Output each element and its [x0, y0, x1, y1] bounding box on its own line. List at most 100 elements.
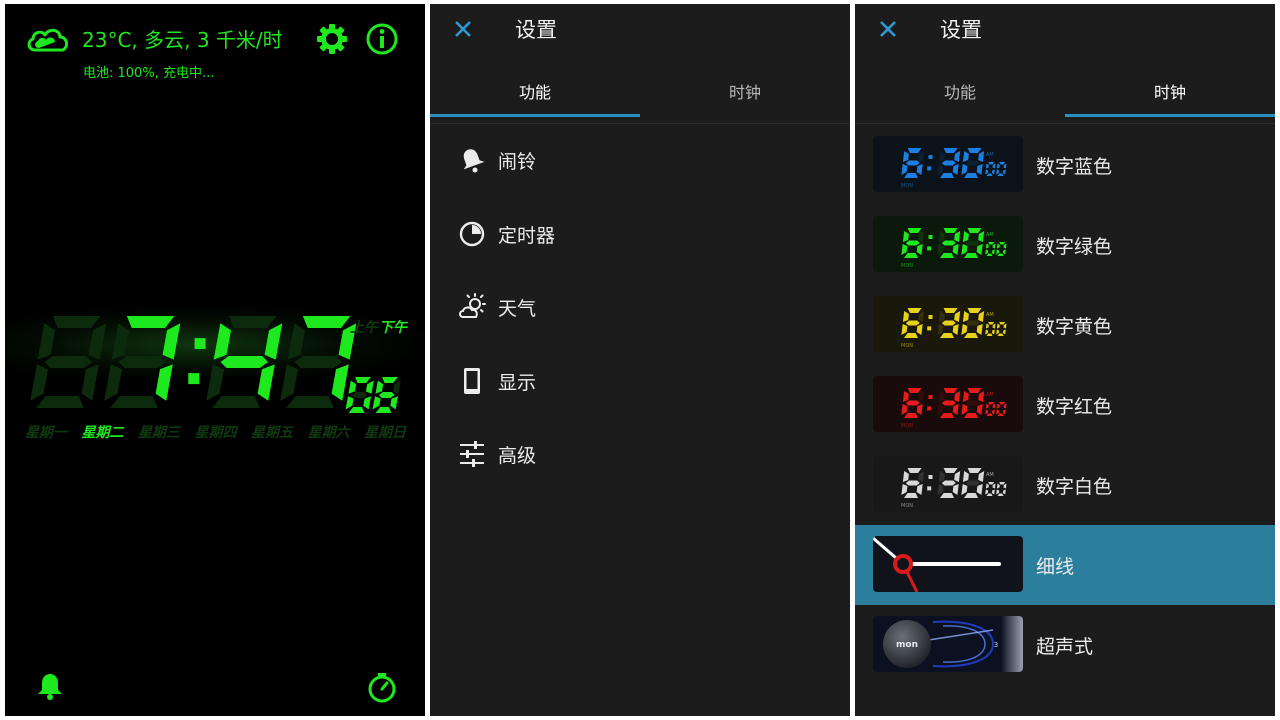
seconds-digit [378, 392, 395, 398]
seconds-digit [375, 380, 384, 394]
inactive-digit [351, 392, 368, 398]
clock-digit [264, 323, 283, 360]
inactive-digit [44, 356, 93, 368]
clock-face-item[interactable]: AM MON 数字白色 [855, 445, 1275, 525]
seconds-digit [375, 407, 392, 413]
clock-digit [126, 316, 175, 328]
weekday-label: 星期日 [364, 425, 407, 441]
inactive-digit [88, 323, 107, 360]
thumbnail-digits: AM MON [873, 136, 1023, 192]
seconds-digit [355, 377, 371, 383]
phone-icon [464, 368, 480, 394]
inactive-digit [206, 364, 224, 401]
active-tab-indicator [430, 114, 640, 117]
menu-item-alarm[interactable]: 闹铃 [430, 128, 850, 192]
digital-green-thumbnail: AM MON [873, 216, 1023, 272]
thumb-colon [927, 406, 932, 411]
weekday-row: 星期一 星期二 星期三 星期四 星期五 星期六 星期日 [25, 424, 407, 441]
inactive-digit [286, 396, 334, 408]
thumb-colon [927, 486, 932, 491]
inactive-digit [228, 316, 277, 328]
thumb-day: MON [901, 503, 913, 509]
thumb-day: MON [901, 343, 913, 349]
inactive-digit [52, 316, 101, 328]
clock-colon [194, 338, 206, 350]
thumb-colon [928, 235, 933, 239]
menu-label: 高级 [498, 444, 537, 467]
timer-icon[interactable] [365, 670, 399, 704]
thumb-colon [928, 395, 933, 399]
weekday-label: 星期三 [138, 425, 182, 441]
digital-blue-thumbnail: AM MON [873, 136, 1023, 192]
seconds-digit [372, 396, 381, 410]
digital-white-thumbnail: AM MON [873, 456, 1023, 512]
am-indicator: 上午 [350, 319, 380, 336]
cloud-icon [27, 28, 69, 52]
clock-face-label: 超声式 [1036, 636, 1094, 658]
menu-item-weather[interactable]: 天气 [430, 275, 850, 339]
clock-face-item-selected[interactable]: 细线 [855, 525, 1275, 605]
clock-screen: 23°C, 多云, 3 千米/时 电池: 100%, 充电中... 上午 下午 … [5, 4, 425, 716]
info-icon[interactable] [365, 22, 399, 56]
close-icon[interactable] [873, 14, 903, 44]
clock-face-item[interactable]: AM MON 数字蓝色 [855, 125, 1275, 205]
seconds-digit [348, 407, 365, 413]
clock-face-label: 细线 [1036, 556, 1075, 578]
clock-face-label: 数字红色 [1036, 396, 1113, 418]
inactive-digit [111, 323, 129, 360]
clock-digit [155, 364, 173, 401]
menu-label: 显示 [498, 371, 537, 394]
clock-digit [302, 316, 351, 328]
settings-title: 设置 [515, 18, 557, 42]
tab-function[interactable]: 功能 [855, 64, 1065, 118]
ultrasonic-day-label: mon [896, 640, 918, 650]
ultrasonic-thumbnail: mon 3 [873, 616, 1023, 672]
menu-label: 定时器 [498, 224, 556, 247]
gear-icon[interactable] [315, 22, 349, 56]
thin-line-thumbnail [873, 536, 1023, 592]
seconds-digit [345, 396, 354, 410]
thumb-colon [927, 246, 932, 251]
seconds-digit [363, 396, 371, 410]
close-icon[interactable] [448, 14, 478, 44]
menu-item-display[interactable]: 显示 [430, 349, 850, 413]
clock-digit [162, 323, 181, 360]
thumb-colon [927, 326, 932, 331]
settings-title: 设置 [940, 18, 982, 42]
sliders-icon [460, 441, 484, 467]
settings-tabs: 功能 时钟 [430, 64, 850, 124]
inactive-digit [280, 364, 298, 401]
thumbnail-digits: AM MON [873, 216, 1023, 272]
settings-header: 设置 [855, 4, 1275, 64]
weather-icon [459, 293, 486, 318]
inactive-digit [287, 323, 305, 360]
clock-face-label: 数字黄色 [1036, 316, 1113, 338]
clock-face-item[interactable]: AM MON 数字红色 [855, 365, 1275, 445]
clock-face-item[interactable]: mon 3 超声式 [855, 605, 1275, 685]
battery-status: 电池: 100%, 充电中... [83, 66, 215, 81]
inactive-digit [294, 356, 343, 368]
clock-digit [220, 356, 269, 368]
tab-clock[interactable]: 时钟 [640, 64, 850, 118]
tab-clock[interactable]: 时钟 [1065, 64, 1275, 118]
seconds-digit [348, 380, 357, 394]
settings-header: 设置 [430, 4, 850, 64]
seconds-digit [365, 380, 374, 394]
clock-face-item[interactable]: AM MON 数字绿色 [855, 205, 1275, 285]
alarm-bell-icon[interactable] [33, 670, 65, 702]
pm-indicator: 下午 [379, 319, 409, 336]
clock-face-item[interactable]: AM MON 数字黄色 [855, 285, 1275, 365]
seconds-digit [390, 396, 398, 410]
inactive-digit [81, 364, 99, 401]
thumbnail-digits: AM MON [873, 376, 1023, 432]
clock-digit [213, 323, 231, 360]
thumb-day: MON [901, 263, 913, 269]
menu-item-advanced[interactable]: 高级 [430, 422, 850, 486]
weather-summary[interactable]: 23°C, 多云, 3 千米/时 [82, 24, 283, 53]
settings-tabs: 功能 时钟 [855, 64, 1275, 124]
menu-label: 天气 [498, 297, 537, 320]
inactive-digit [30, 364, 48, 401]
tab-function[interactable]: 功能 [430, 64, 640, 118]
menu-item-timer[interactable]: 定时器 [430, 202, 850, 266]
inactive-digit [36, 396, 84, 408]
